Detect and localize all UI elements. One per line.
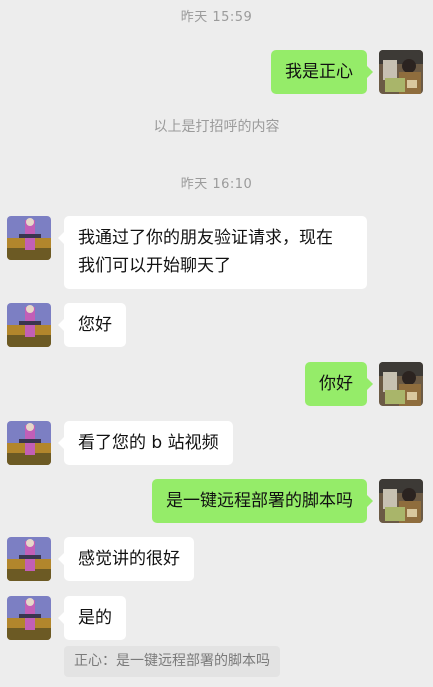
contact-avatar[interactable] bbox=[7, 537, 51, 581]
outgoing-message-bubble[interactable]: 你好 bbox=[305, 362, 373, 406]
incoming-message-bubble[interactable]: 看了您的 b 站视频 bbox=[58, 421, 233, 465]
contact-avatar[interactable] bbox=[7, 216, 51, 260]
avatar-photo-icon bbox=[7, 537, 51, 581]
quoted-reply[interactable]: 正心：是一键远程部署的脚本吗 bbox=[64, 646, 280, 677]
avatar-photo-icon bbox=[379, 362, 423, 406]
contact-avatar[interactable] bbox=[7, 596, 51, 640]
my-avatar[interactable] bbox=[379, 479, 423, 523]
incoming-message-bubble[interactable]: 我通过了你的朋友验证请求，现在 我们可以开始聊天了 bbox=[58, 216, 367, 289]
incoming-message-bubble[interactable]: 您好 bbox=[58, 303, 126, 347]
timestamp: 昨天 16:10 bbox=[180, 177, 253, 192]
outgoing-message-bubble[interactable]: 是一键远程部署的脚本吗 bbox=[152, 479, 373, 523]
contact-avatar[interactable] bbox=[7, 421, 51, 465]
incoming-message-bubble[interactable]: 感觉讲的很好 bbox=[58, 537, 194, 581]
avatar-photo-icon bbox=[7, 216, 51, 260]
system-message: 以上是打招呼的内容 bbox=[153, 119, 280, 135]
avatar-photo-icon bbox=[7, 596, 51, 640]
incoming-message-bubble[interactable]: 是的 bbox=[58, 596, 126, 640]
avatar-photo-icon bbox=[7, 303, 51, 347]
contact-avatar[interactable] bbox=[7, 303, 51, 347]
avatar-photo-icon bbox=[7, 421, 51, 465]
avatar-photo-icon bbox=[379, 479, 423, 523]
timestamp: 昨天 15:59 bbox=[180, 10, 253, 25]
outgoing-message-bubble[interactable]: 我是正心 bbox=[271, 50, 373, 94]
my-avatar[interactable] bbox=[379, 50, 423, 94]
my-avatar[interactable] bbox=[379, 362, 423, 406]
avatar-photo-icon bbox=[379, 50, 423, 94]
